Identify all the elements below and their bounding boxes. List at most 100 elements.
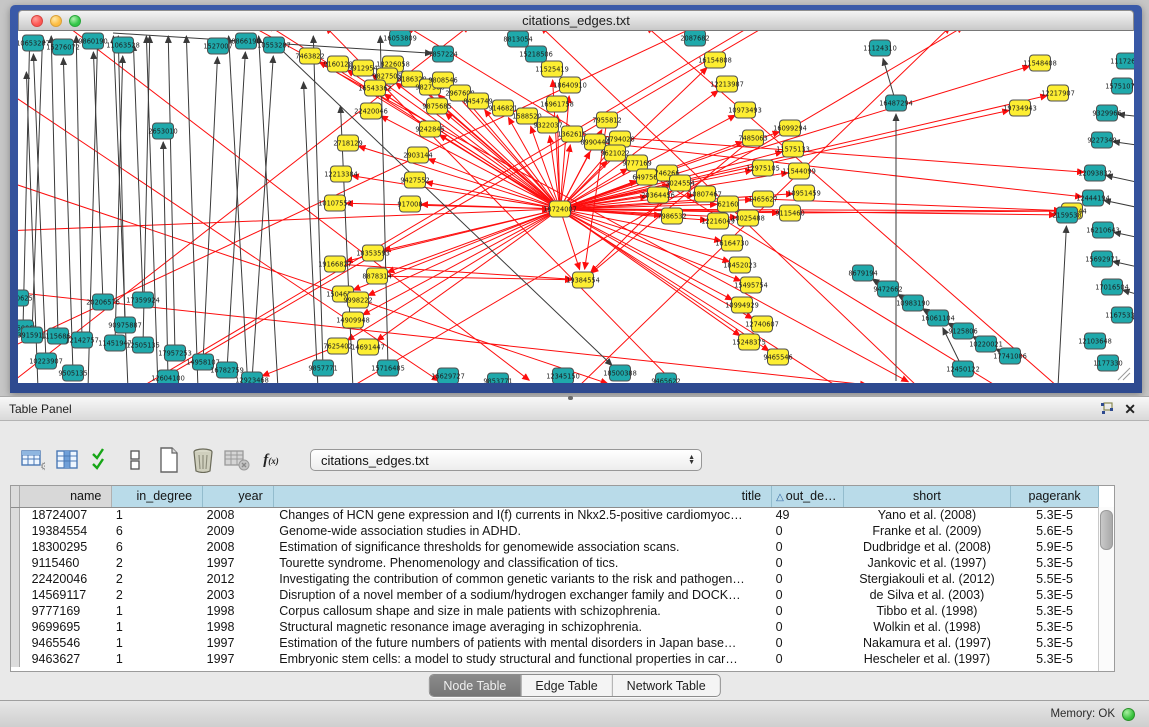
select-all-button[interactable] <box>86 447 116 473</box>
graph-node[interactable]: 12093832 <box>1078 165 1112 181</box>
graph-node[interactable]: 16629727 <box>431 368 465 383</box>
network-view[interactable]: 1872400774638229160128991295418226058982… <box>18 31 1134 383</box>
graph-node[interactable]: 12217907 <box>1041 85 1075 101</box>
float-panel-button[interactable] <box>1100 402 1114 415</box>
table-row[interactable]: 1872400712008Changes of HCN gene express… <box>11 507 1099 523</box>
table-row[interactable]: 946362711997Embryonic stem cells: a mode… <box>11 651 1099 667</box>
graph-node[interactable]: 10973493 <box>728 102 762 118</box>
vertical-scrollbar[interactable] <box>1098 507 1114 671</box>
show-columns-button[interactable] <box>52 447 82 473</box>
graph-node[interactable]: 8813054 <box>503 31 532 47</box>
graph-node[interactable]: 9505135 <box>58 365 87 381</box>
resize-grip-icon[interactable] <box>1118 368 1130 380</box>
graph-node[interactable]: 7857224 <box>428 46 457 62</box>
graph-node[interactable]: 15218506 <box>519 46 553 62</box>
graph-node[interactable]: 11575133 <box>776 141 810 157</box>
create-table-button[interactable] <box>154 447 184 473</box>
row-height-button[interactable] <box>120 447 150 473</box>
graph-node[interactable]: 90975887 <box>108 317 142 333</box>
graph-node[interactable]: 7955812 <box>592 112 621 128</box>
table-row[interactable]: 946554611997Estimation of the future num… <box>11 635 1099 651</box>
graph-node[interactable]: 17016504 <box>1095 279 1129 295</box>
graph-node[interactable]: 12740607 <box>745 316 779 332</box>
graph-node[interactable]: 11544099 <box>782 163 816 179</box>
table-settings-button[interactable]: ⚙ <box>18 447 48 473</box>
graph-node[interactable]: 2903144 <box>403 147 432 163</box>
graph-node[interactable]: 12213384 <box>324 166 358 182</box>
graph-node[interactable]: 9998222 <box>343 292 372 308</box>
graph-node[interactable]: 9115460 <box>775 205 804 221</box>
graph-node[interactable]: 9427552 <box>400 172 429 188</box>
graph-node[interactable]: 14909948 <box>336 312 370 328</box>
graph-node[interactable]: 15716485 <box>371 360 405 376</box>
graph-node[interactable]: 2653010 <box>148 123 177 139</box>
panel-splitter-handle[interactable] <box>568 396 573 400</box>
delete-entries-button[interactable] <box>188 447 218 473</box>
graph-node[interactable]: 12216049 <box>701 213 735 229</box>
table-row[interactable]: 1830029562008Estimation of significance … <box>11 539 1099 555</box>
graph-node[interactable]: 7463822 <box>295 48 324 64</box>
graph-node[interactable]: 11675333 <box>1105 307 1134 323</box>
graph-node[interactable]: 2718129 <box>333 135 362 151</box>
graph-node[interactable]: 12450122 <box>946 361 980 377</box>
graph-node[interactable]: 9329966 <box>1092 105 1121 121</box>
table-row[interactable]: 911546021997Tourette syndrome. Phenomeno… <box>11 555 1099 571</box>
table-row[interactable]: 2242004622012Investigating the contribut… <box>11 571 1099 587</box>
graph-node[interactable]: 10951459 <box>787 185 821 201</box>
graph-node[interactable]: 19734943 <box>1003 100 1037 116</box>
column-header-out_de[interactable]: △out_de… <box>772 486 844 507</box>
graph-node[interactable]: 16487294 <box>879 95 913 111</box>
graph-node[interactable]: 9857771 <box>308 360 337 376</box>
table-row[interactable]: 977716911998Corpus callosum shape and si… <box>11 603 1099 619</box>
graph-node[interactable]: 15248375 <box>732 334 766 350</box>
graph-node[interactable]: 7625402 <box>323 338 352 354</box>
graph-node[interactable]: 9227349 <box>1087 132 1116 148</box>
graph-node[interactable]: 12345150 <box>546 368 580 383</box>
graph-node[interactable]: 1465627 <box>748 191 777 207</box>
graph-node[interactable]: 15751074 <box>1105 78 1134 94</box>
graph-node[interactable]: 3024554 <box>665 175 694 191</box>
scrollbar-thumb[interactable] <box>1100 510 1113 550</box>
graph-node[interactable]: 7986532 <box>657 208 686 224</box>
graph-node[interactable]: 2159538 <box>1052 207 1081 223</box>
graph-node[interactable]: 1177330 <box>1093 355 1122 371</box>
graph-node[interactable]: 12103648 <box>1078 333 1112 349</box>
table-row[interactable]: 1456911722003Disruption of a novel membe… <box>11 587 1099 603</box>
table-row[interactable]: 1938455462009Genome-wide association stu… <box>11 523 1099 539</box>
graph-node[interactable]: 10994929 <box>725 297 759 313</box>
graph-node[interactable]: 10983190 <box>896 295 930 311</box>
graph-node[interactable]: 18500388 <box>603 365 637 381</box>
graph-node[interactable]: 11525419 <box>535 61 569 77</box>
graph-node[interactable]: 9875685 <box>422 98 451 114</box>
graph-node[interactable]: 10653287 <box>18 35 50 51</box>
graph-node[interactable]: 10107552 <box>318 195 352 211</box>
graph-node[interactable]: 16210643 <box>1086 222 1120 238</box>
graph-node[interactable]: 11124310 <box>863 40 897 56</box>
delete-table-button[interactable] <box>222 447 252 473</box>
tab-network-table[interactable]: Network Table <box>612 675 720 696</box>
tab-node-table[interactable]: Node Table <box>429 675 520 696</box>
column-header-year[interactable]: year <box>203 486 274 507</box>
graph-node[interactable]: 9465622 <box>651 373 680 383</box>
column-header-name[interactable]: name <box>19 486 112 507</box>
column-header-in_degree[interactable]: in_degree <box>112 486 203 507</box>
window-titlebar[interactable]: citations_edges.txt <box>18 10 1134 31</box>
graph-node[interactable]: 917008 <box>397 196 422 212</box>
graph-node[interactable]: 8679194 <box>848 265 877 281</box>
close-panel-button[interactable]: ✕ <box>1124 402 1136 416</box>
graph-node[interactable]: 19384554 <box>566 272 600 288</box>
table-row[interactable]: 969969511998Structural magnetic resonanc… <box>11 619 1099 635</box>
graph-node[interactable]: 1527007 <box>203 38 232 54</box>
graph-node[interactable]: 9472662 <box>873 281 902 297</box>
graph-node[interactable]: 10553287 <box>257 37 291 53</box>
graph-node[interactable]: 20206576 <box>86 294 120 310</box>
tab-edge-table[interactable]: Edge Table <box>520 675 611 696</box>
column-header-title[interactable]: title <box>273 486 771 507</box>
graph-node[interactable]: 11172624 <box>1110 53 1134 69</box>
graph-node[interactable]: 9465546 <box>763 349 792 365</box>
graph-node[interactable]: 62160 <box>718 196 739 212</box>
graph-node[interactable]: 9853771 <box>483 373 512 383</box>
graph-node[interactable]: 15692971 <box>1085 251 1119 267</box>
graph-node[interactable]: 12604100 <box>151 370 185 383</box>
graph-node[interactable]: 12213987 <box>710 76 744 92</box>
